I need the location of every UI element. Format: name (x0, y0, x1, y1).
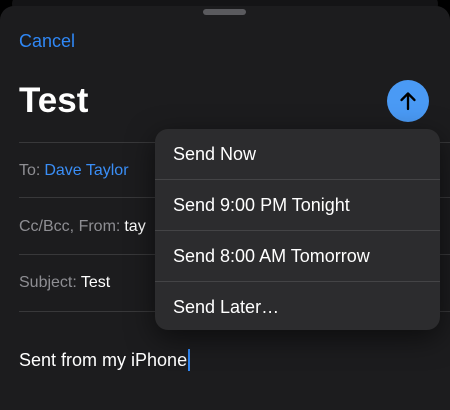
message-body-text: Sent from my iPhone (19, 350, 188, 370)
send-later-menu: Send Now Send 9:00 PM Tonight Send 8:00 … (155, 129, 440, 330)
cc-bcc-from-label: Cc/Bcc, From: (19, 218, 121, 235)
compose-title: Test (19, 81, 89, 120)
to-label: To: (19, 162, 41, 179)
message-body[interactable]: Sent from my iPhone (19, 348, 191, 372)
recipient-token[interactable]: Dave Taylor (44, 162, 128, 179)
arrow-up-icon (400, 92, 416, 111)
sheet-grabber-handle[interactable] (203, 9, 246, 15)
send-button[interactable] (387, 80, 429, 122)
subject-value: Test (80, 274, 111, 291)
menu-item-send-tomorrow[interactable]: Send 8:00 AM Tomorrow (155, 231, 440, 282)
cc-bcc-from-value: tay (124, 218, 146, 235)
text-cursor (188, 349, 191, 371)
cancel-button[interactable]: Cancel (19, 29, 75, 53)
subject-label: Subject: (19, 274, 77, 291)
menu-item-send-tonight[interactable]: Send 9:00 PM Tonight (155, 180, 440, 231)
to-field[interactable]: To: Dave Taylor (19, 160, 129, 182)
cc-bcc-from-field[interactable]: Cc/Bcc, From: tay (19, 216, 146, 238)
menu-item-send-now[interactable]: Send Now (155, 129, 440, 180)
menu-item-send-later[interactable]: Send Later… (155, 282, 440, 330)
subject-field[interactable]: Subject: Test (19, 272, 110, 294)
